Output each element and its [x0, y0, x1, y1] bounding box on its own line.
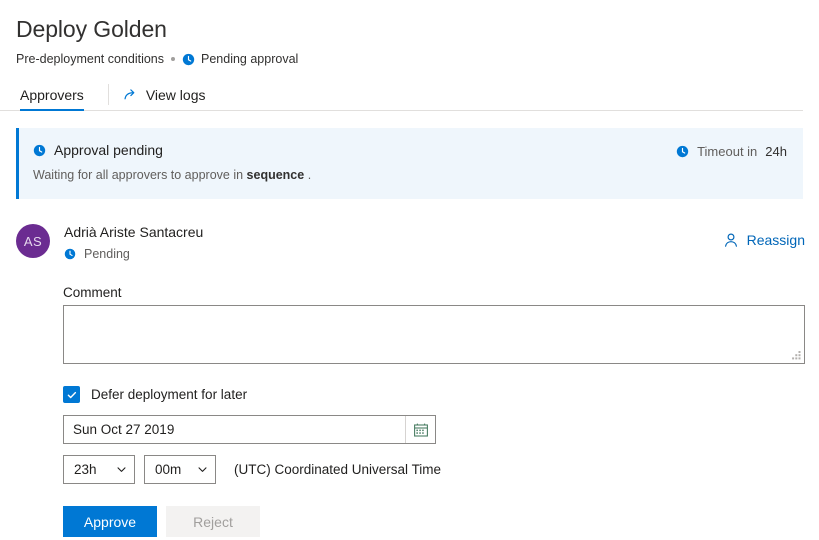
hour-select[interactable]: 23h — [63, 455, 135, 484]
approver-status: Pending — [64, 247, 203, 261]
breadcrumb-label: Pre-deployment conditions — [16, 52, 164, 66]
separator-dot — [171, 57, 175, 61]
deferred-date-field[interactable]: Sun Oct 27 2019 — [63, 415, 436, 444]
banner-content: Approval pending Waiting for all approve… — [33, 142, 311, 183]
comment-label: Comment — [63, 285, 122, 300]
clock-icon — [182, 53, 195, 66]
hour-select-value: 23h — [74, 462, 97, 477]
timeout-indicator: Timeout in 24h — [676, 142, 787, 159]
banner-title: Approval pending — [54, 142, 163, 158]
reassign-label: Reassign — [746, 232, 805, 248]
banner-title-row: Approval pending — [33, 142, 311, 158]
avatar: AS — [16, 224, 50, 258]
view-logs-label: View logs — [145, 86, 206, 103]
banner-description-prefix: Waiting for all approvers to approve in — [33, 168, 244, 182]
chevron-down-icon — [198, 467, 207, 472]
timeout-label: Timeout in — [697, 144, 758, 159]
approver-name: Adrià Ariste Santacreu — [64, 224, 204, 240]
page-title: Deploy Golden — [16, 16, 167, 42]
external-link-icon — [123, 87, 138, 102]
status-badge-label: Pending approval — [201, 52, 299, 66]
clock-icon — [64, 248, 77, 261]
approval-page: Deploy Golden Pre-deployment conditions … — [0, 0, 819, 540]
comment-input[interactable] — [63, 305, 805, 364]
defer-deployment-label: Defer deployment for later — [91, 387, 248, 402]
reassign-button[interactable]: Reassign — [723, 223, 805, 248]
calendar-icon — [413, 423, 428, 437]
calendar-picker-button[interactable] — [405, 416, 435, 443]
clock-icon — [676, 145, 689, 158]
tab-bar: Approvers View logs — [0, 79, 803, 111]
banner-description-bold: sequence — [246, 168, 305, 182]
approval-pending-banner: Approval pending Waiting for all approve… — [16, 128, 803, 199]
action-buttons: Approve Reject — [63, 506, 819, 537]
status-badge: Pending approval — [182, 51, 298, 67]
minute-select[interactable]: 00m — [144, 455, 216, 484]
view-logs-link[interactable]: View logs — [123, 79, 206, 110]
defer-deployment-checkbox[interactable] — [63, 386, 80, 403]
approver-row: AS Adrià Ariste Santacreu Pending Reassi… — [16, 223, 805, 261]
time-row: 23h 00m (UTC) Coordinated Universal Time — [63, 455, 819, 484]
banner-description-suffix: . — [307, 168, 312, 182]
timeout-value: 24h — [765, 144, 787, 159]
approval-form: Comment Defer deployment for later Sun O… — [63, 285, 819, 537]
reject-button: Reject — [166, 506, 260, 537]
tab-approvers-label: Approvers — [20, 86, 84, 103]
chevron-down-icon — [117, 467, 126, 472]
breadcrumb: Pre-deployment conditions Pending approv… — [16, 51, 819, 67]
minute-select-value: 00m — [155, 462, 182, 477]
clock-icon — [33, 144, 46, 157]
comment-wrapper — [63, 305, 805, 364]
deferred-date-value: Sun Oct 27 2019 — [73, 422, 175, 437]
approve-button[interactable]: Approve — [63, 506, 157, 537]
tab-approvers[interactable]: Approvers — [16, 79, 94, 111]
approver-status-label: Pending — [84, 247, 130, 261]
timezone-label: (UTC) Coordinated Universal Time — [234, 462, 442, 477]
approver-identity: AS Adrià Ariste Santacreu Pending — [16, 223, 203, 261]
defer-deployment-row: Defer deployment for later — [63, 386, 819, 403]
tab-divider — [107, 84, 109, 105]
banner-description: Waiting for all approvers to approve in … — [33, 167, 311, 183]
approver-details: Adrià Ariste Santacreu Pending — [64, 223, 203, 261]
page-header: Deploy Golden Pre-deployment conditions … — [0, 0, 819, 67]
person-icon — [723, 232, 739, 248]
